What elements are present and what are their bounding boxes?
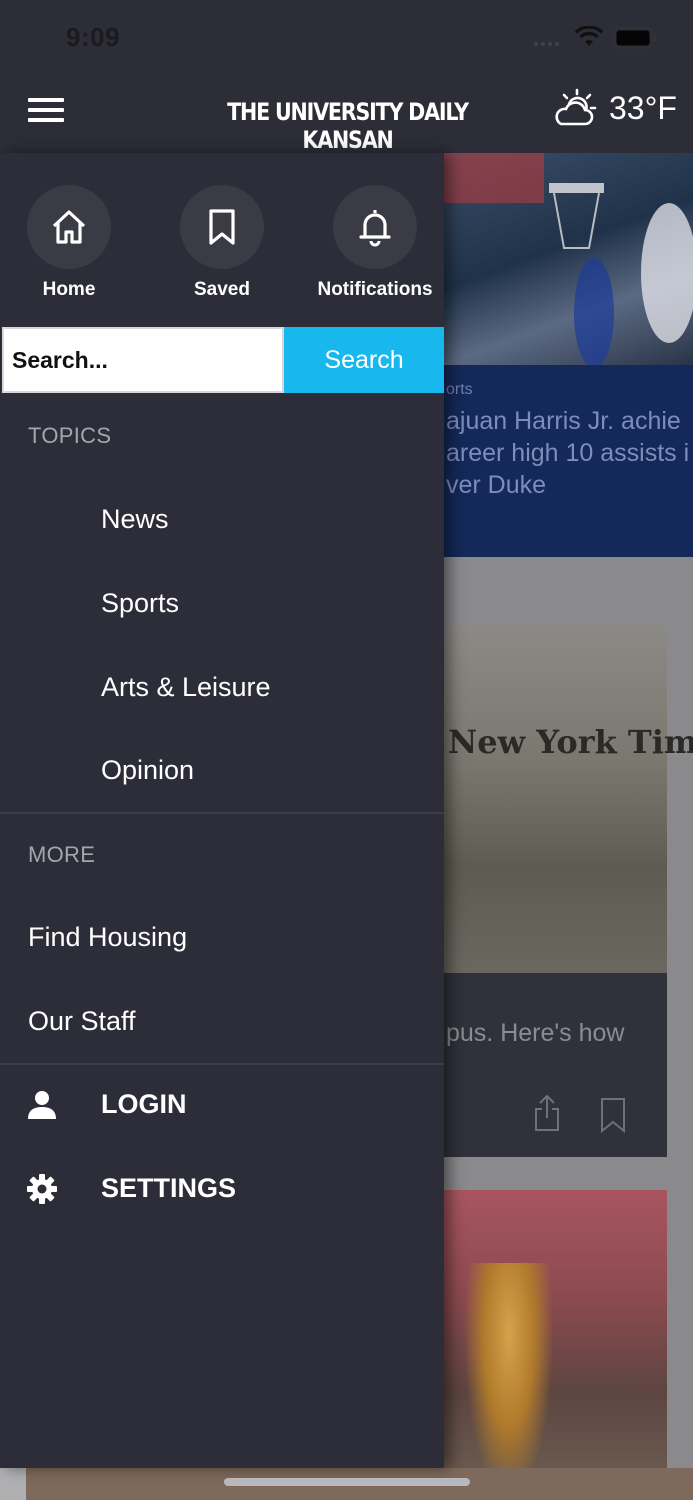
hamburger-menu-icon[interactable] xyxy=(28,98,64,122)
home-button[interactable] xyxy=(27,185,111,269)
bookmark-icon[interactable] xyxy=(600,1097,626,1133)
person-icon xyxy=(28,1091,56,1119)
home-label[interactable]: Home xyxy=(27,279,111,301)
status-time: 9:09 xyxy=(66,22,121,52)
hero-category: orts xyxy=(446,381,473,398)
side-drawer: Home Saved Notifications Search TOPICS N… xyxy=(0,153,444,1468)
notifications-button[interactable] xyxy=(333,185,417,269)
firefighter-figure xyxy=(464,1263,554,1500)
saved-button[interactable] xyxy=(180,185,264,269)
divider xyxy=(0,1063,444,1065)
basketball-scene xyxy=(444,153,693,368)
login-button[interactable]: LOGIN xyxy=(101,1089,187,1120)
top-bar: 9:09 THE UNIVERSITY DAILY KANSAN 33°F xyxy=(0,0,693,154)
hero-headline[interactable]: ajuan Harris Jr. achie areer high 10 ass… xyxy=(446,405,693,501)
hero-image[interactable] xyxy=(444,153,693,368)
share-icon[interactable] xyxy=(534,1094,560,1132)
bookmark-icon xyxy=(209,209,235,245)
masthead-text: New York Times xyxy=(448,723,693,761)
home-icon xyxy=(52,210,86,244)
weather-widget[interactable]: 33°F xyxy=(551,88,677,128)
gear-icon xyxy=(27,1174,57,1204)
topic-news[interactable]: News xyxy=(101,504,169,535)
notifications-label[interactable]: Notifications xyxy=(305,279,445,301)
more-heading: MORE xyxy=(28,842,96,867)
partly-cloudy-icon xyxy=(555,88,597,126)
article-feed: orts ajuan Harris Jr. achie areer high 1… xyxy=(444,153,693,1500)
topic-opinion[interactable]: Opinion xyxy=(101,755,194,786)
cell-signal-icon xyxy=(534,42,559,46)
wifi-icon xyxy=(574,26,604,46)
saved-label[interactable]: Saved xyxy=(180,279,264,301)
search-button[interactable]: Search xyxy=(284,327,444,393)
find-housing-link[interactable]: Find Housing xyxy=(28,922,187,953)
home-indicator[interactable] xyxy=(224,1478,470,1486)
topic-arts-leisure[interactable]: Arts & Leisure xyxy=(101,672,271,703)
topics-heading: TOPICS xyxy=(28,423,112,448)
search-input[interactable] xyxy=(2,327,284,393)
divider xyxy=(0,812,444,814)
topic-sports[interactable]: Sports xyxy=(101,588,179,619)
settings-button[interactable]: SETTINGS xyxy=(101,1173,236,1204)
bell-icon xyxy=(359,210,391,247)
our-staff-link[interactable]: Our Staff xyxy=(28,1006,136,1037)
bottom-strip-edge xyxy=(0,1468,26,1500)
battery-icon xyxy=(613,27,656,49)
article-snippet: pus. Here's how xyxy=(446,1019,625,1047)
app-title[interactable]: THE UNIVERSITY DAILY KANSAN xyxy=(195,98,500,154)
temperature: 33°F xyxy=(609,89,677,126)
article-image[interactable] xyxy=(444,623,667,973)
